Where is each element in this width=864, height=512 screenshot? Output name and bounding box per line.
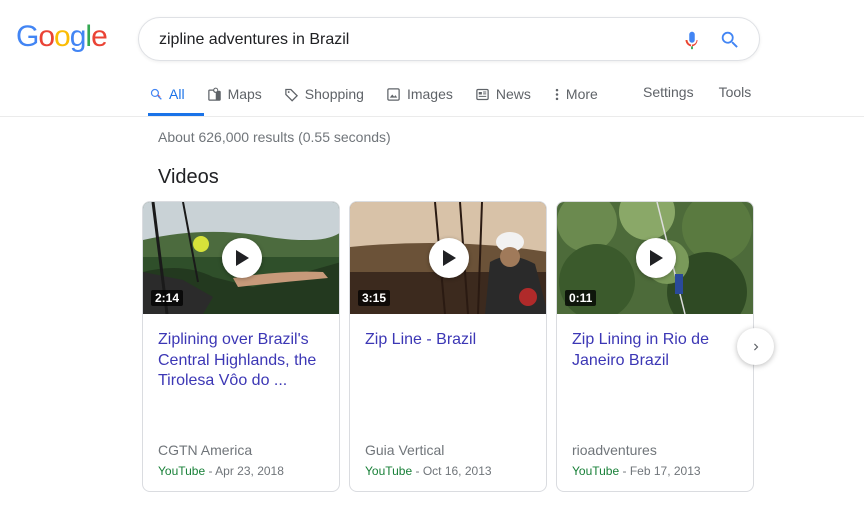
play-button[interactable] <box>636 238 676 278</box>
logo-letter: o <box>54 20 71 53</box>
tab-all[interactable]: All <box>148 84 185 104</box>
logo-letter: e <box>91 20 108 53</box>
video-meta: YouTube - Feb 17, 2013 <box>572 464 701 478</box>
search-box[interactable] <box>138 17 760 61</box>
microphone-icon[interactable] <box>681 29 703 51</box>
video-thumbnail[interactable]: 0:11 <box>557 202 753 314</box>
video-thumbnail[interactable]: 2:14 <box>143 202 339 314</box>
tab-maps[interactable]: Maps <box>207 84 262 104</box>
map-icon <box>207 86 223 102</box>
play-button[interactable] <box>222 238 262 278</box>
video-carousel: 2:14 Ziplining over Brazil's Central Hig… <box>142 201 763 492</box>
play-icon <box>236 250 249 266</box>
play-icon <box>650 250 663 266</box>
search-icon <box>148 86 164 102</box>
video-title[interactable]: Zip Lining in Rio de Janeiro Brazil <box>572 330 742 371</box>
video-date: Feb 17, 2013 <box>629 464 701 478</box>
video-date: Apr 23, 2018 <box>215 464 284 478</box>
video-source: YouTube <box>572 464 620 478</box>
play-button[interactable] <box>429 238 469 278</box>
tab-images[interactable]: Images <box>386 84 453 104</box>
tab-label: All <box>169 86 185 102</box>
videos-section-title: Videos <box>158 166 219 188</box>
video-card[interactable]: 0:11 Zip Lining in Rio de Janeiro Brazil… <box>556 201 754 492</box>
tab-label: Maps <box>227 86 262 102</box>
video-duration: 0:11 <box>565 290 597 306</box>
tab-label: Images <box>406 86 453 102</box>
video-date: Oct 16, 2013 <box>422 464 492 478</box>
tag-icon <box>284 86 300 102</box>
image-icon <box>386 86 402 102</box>
video-card[interactable]: 2:14 Ziplining over Brazil's Central Hig… <box>142 201 340 492</box>
video-source: YouTube <box>365 464 413 478</box>
search-input[interactable] <box>159 30 659 50</box>
settings-link[interactable]: Settings <box>643 84 694 100</box>
video-meta: YouTube - Apr 23, 2018 <box>158 464 284 478</box>
video-channel: CGTN America <box>158 442 253 458</box>
tab-shopping[interactable]: Shopping <box>284 84 364 104</box>
tools-bar: Settings Tools <box>643 84 776 100</box>
news-icon <box>475 86 491 102</box>
video-card[interactable]: 3:15 Zip Line - Brazil Guia Vertical You… <box>349 201 547 492</box>
tab-news[interactable]: News <box>475 84 531 104</box>
search-icon[interactable] <box>719 29 741 51</box>
logo-letter: o <box>38 20 55 53</box>
carousel-next-button[interactable] <box>737 328 774 365</box>
logo-letter: G <box>16 20 39 53</box>
tab-label: News <box>495 86 531 102</box>
video-channel: Guia Vertical <box>365 442 445 458</box>
video-thumbnail[interactable]: 3:15 <box>350 202 546 314</box>
tab-more[interactable]: More <box>553 84 598 104</box>
tools-link[interactable]: Tools <box>719 84 752 100</box>
tab-label: More <box>565 86 598 102</box>
video-title[interactable]: Ziplining over Brazil's Central Highland… <box>158 330 328 392</box>
google-logo[interactable]: Google <box>16 20 108 54</box>
video-title[interactable]: Zip Line - Brazil <box>365 330 535 351</box>
video-channel: rioadventures <box>572 442 657 458</box>
video-source: YouTube <box>158 464 206 478</box>
result-stats: About 626,000 results (0.55 seconds) <box>158 129 391 145</box>
search-tabs: All Maps Shopping Images News More <box>148 84 620 116</box>
more-vert-icon <box>553 86 561 102</box>
logo-letter: g <box>69 20 87 53</box>
video-duration: 3:15 <box>358 290 391 306</box>
chevron-right-icon <box>753 343 758 350</box>
video-duration: 2:14 <box>151 290 184 306</box>
header-divider <box>0 116 864 117</box>
tab-label: Shopping <box>304 86 364 102</box>
play-icon <box>443 250 456 266</box>
video-meta: YouTube - Oct 16, 2013 <box>365 464 492 478</box>
